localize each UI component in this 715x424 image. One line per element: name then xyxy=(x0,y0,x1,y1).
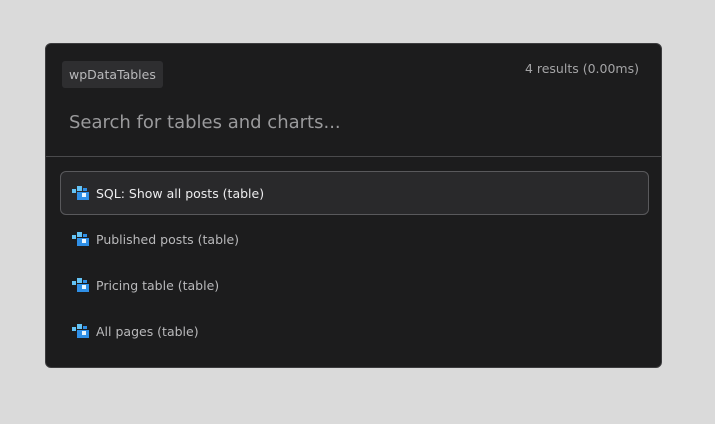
result-label: Pricing table (table) xyxy=(96,277,220,293)
search-input[interactable] xyxy=(58,104,648,140)
result-item[interactable]: Pricing table (table) xyxy=(60,263,649,307)
search-panel: wpDataTables 4 results (0.00ms) SQL: Sho… xyxy=(45,43,662,368)
results-count: 4 results (0.00ms) xyxy=(524,61,639,76)
wpdatatables-icon xyxy=(72,232,89,246)
divider xyxy=(46,156,661,157)
wpdatatables-icon xyxy=(72,186,89,200)
result-label: SQL: Show all posts (table) xyxy=(96,185,265,201)
wpdatatables-icon xyxy=(72,324,89,338)
wpdatatables-icon xyxy=(72,278,89,292)
result-item[interactable]: Published posts (table) xyxy=(60,217,649,261)
result-label: All pages (table) xyxy=(96,323,199,339)
result-label: Published posts (table) xyxy=(96,231,240,247)
result-item[interactable]: SQL: Show all posts (table) xyxy=(60,171,649,215)
results-list: SQL: Show all posts (table) Published po… xyxy=(60,171,649,355)
result-item[interactable]: All pages (table) xyxy=(60,309,649,353)
source-tag[interactable]: wpDataTables xyxy=(62,61,163,88)
